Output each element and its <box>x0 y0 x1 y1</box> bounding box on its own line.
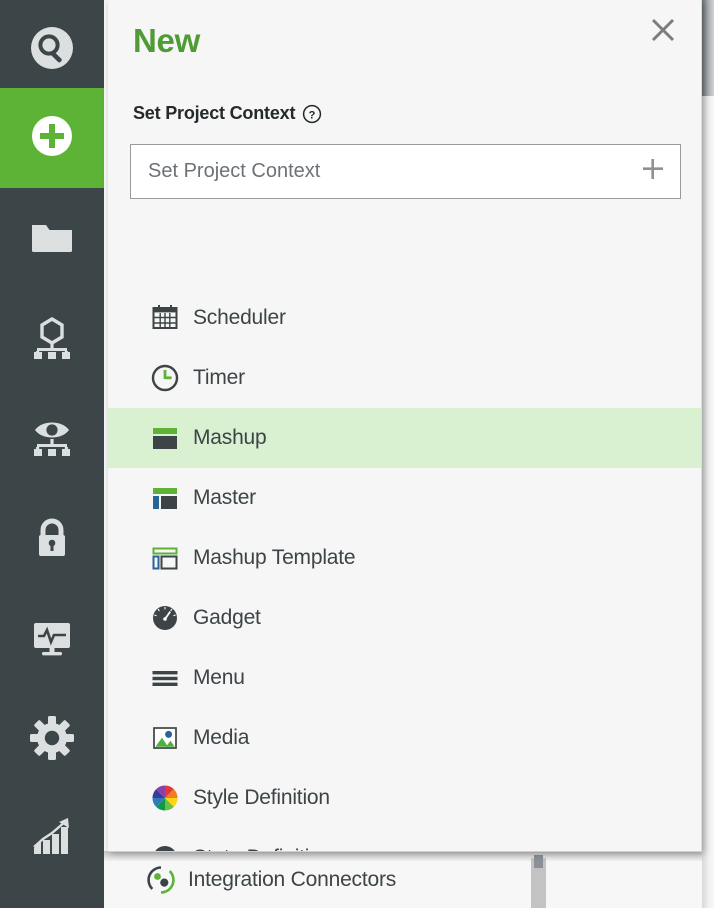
image-icon <box>148 724 182 752</box>
list-item-style-definition[interactable]: Style Definition <box>108 768 701 828</box>
list-item-mashup[interactable]: Mashup <box>108 408 701 468</box>
list-item-master[interactable]: Master <box>108 468 701 528</box>
list-item-label: Timer <box>193 366 245 390</box>
list-item-timer[interactable]: Timer <box>108 348 701 408</box>
list-item-label: Scheduler <box>193 306 286 330</box>
entity-type-list-clip: Scheduler Timer Mashup <box>108 288 701 851</box>
gauge-icon <box>148 604 182 632</box>
mashup-template-icon <box>148 544 182 572</box>
project-context-label-row: Set Project Context ? <box>133 103 322 124</box>
rail-item-settings[interactable] <box>0 690 104 790</box>
entity-type-list: Scheduler Timer Mashup <box>108 288 701 851</box>
project-context-label: Set Project Context <box>133 103 295 124</box>
growth-chart-icon <box>28 814 76 867</box>
calendar-icon <box>148 304 182 332</box>
lock-icon <box>28 514 76 567</box>
hexagon-hierarchy-icon <box>28 314 76 367</box>
color-wheel-icon <box>148 784 182 812</box>
rail-item-search[interactable] <box>0 0 104 100</box>
question-circle-icon[interactable]: ? <box>302 104 322 124</box>
plus-circle-icon <box>28 112 76 165</box>
svg-text:?: ? <box>309 109 316 121</box>
search-icon <box>28 24 76 77</box>
clock-icon <box>148 364 182 392</box>
rail-item-system-health[interactable] <box>0 590 104 690</box>
list-item-label: Menu <box>193 666 245 690</box>
list-item-mashup-template[interactable]: Mashup Template <box>108 528 701 588</box>
list-item-label: State Definition <box>193 846 332 851</box>
project-context-input-placeholder: Set Project Context <box>148 160 640 183</box>
rail-item-security[interactable] <box>0 490 104 590</box>
close-icon <box>650 17 676 48</box>
close-button[interactable] <box>643 12 683 52</box>
left-nav-rail <box>0 0 104 908</box>
rail-item-analytics[interactable] <box>0 790 104 890</box>
list-item-media[interactable]: Media <box>108 708 701 768</box>
list-item-label: Master <box>193 486 256 510</box>
rail-item-modeling[interactable] <box>0 290 104 390</box>
list-item-state-definition[interactable]: State Definition <box>108 828 701 851</box>
background-list-item-label: Integration Connectors <box>188 868 396 892</box>
list-item-gadget[interactable]: Gadget <box>108 588 701 648</box>
menu-icon <box>148 664 182 692</box>
panel-right-gradient-top <box>702 0 714 96</box>
gear-icon <box>28 714 76 767</box>
integration-connectors-icon <box>146 865 176 895</box>
mashup-icon <box>148 424 182 452</box>
rail-item-new[interactable] <box>0 88 104 188</box>
list-item-label: Gadget <box>193 606 261 630</box>
page-title: New <box>133 22 200 60</box>
background-list-item-integration-connectors[interactable]: Integration Connectors <box>104 852 714 908</box>
master-icon <box>148 484 182 512</box>
panel-right-gradient <box>702 0 714 908</box>
list-item-label: Media <box>193 726 249 750</box>
rail-item-monitoring[interactable] <box>0 390 104 490</box>
monitor-pulse-icon <box>28 614 76 667</box>
plus-icon[interactable] <box>640 156 666 187</box>
list-item-label: Style Definition <box>193 786 330 810</box>
list-item-scheduler[interactable]: Scheduler <box>108 288 701 348</box>
list-item-label: Mashup <box>193 426 267 450</box>
rail-item-browse[interactable] <box>0 190 104 290</box>
background-scrollbar-thumb-cap[interactable] <box>534 855 543 868</box>
list-item-menu[interactable]: Menu <box>108 648 701 708</box>
project-context-input[interactable]: Set Project Context <box>130 144 681 199</box>
state-definition-icon <box>148 844 182 851</box>
list-item-label: Mashup Template <box>193 546 355 570</box>
eye-hierarchy-icon <box>28 414 76 467</box>
folder-icon <box>28 214 76 267</box>
